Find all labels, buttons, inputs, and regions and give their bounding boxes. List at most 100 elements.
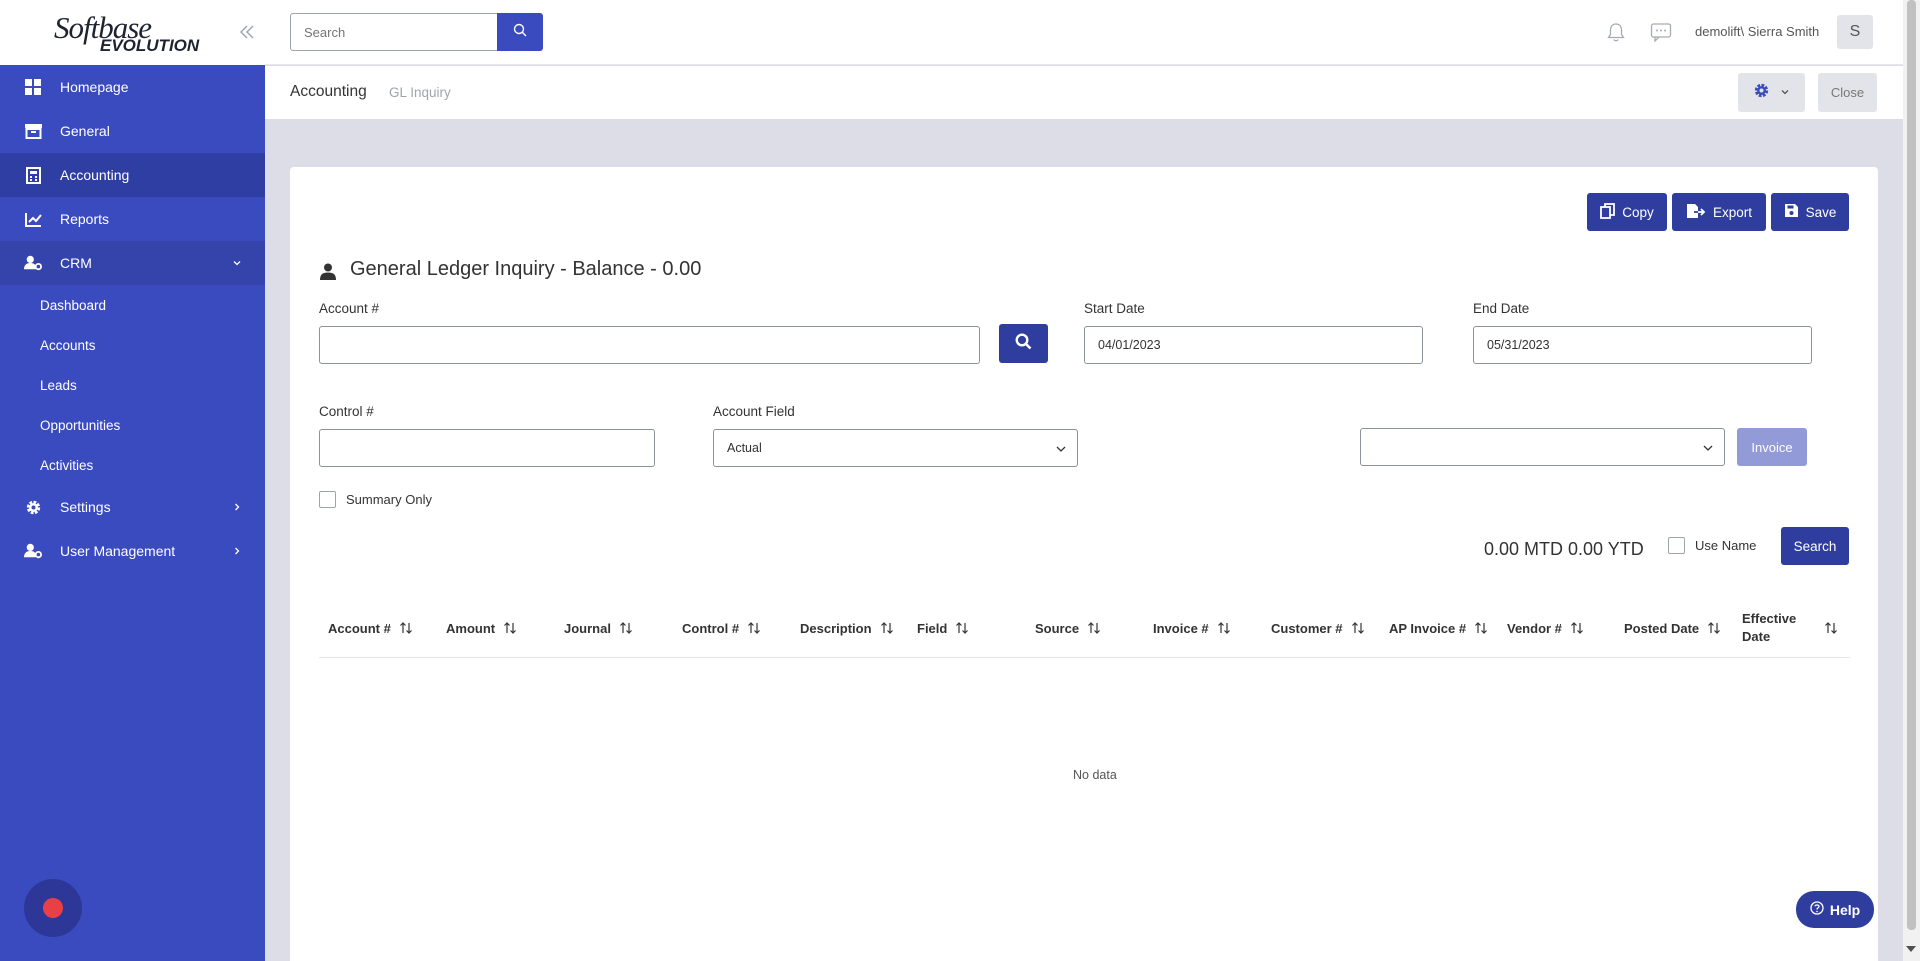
column-amount[interactable]: Amount — [446, 598, 517, 658]
sidebar-item-settings[interactable]: Settings — [0, 485, 265, 529]
sort-icon[interactable] — [1474, 621, 1488, 635]
column-field[interactable]: Field — [917, 598, 969, 658]
start-date-label: Start Date — [1084, 301, 1145, 316]
help-button[interactable]: Help — [1796, 891, 1874, 928]
column-label: Customer # — [1271, 620, 1343, 636]
column-source[interactable]: Source — [1035, 598, 1101, 658]
invoice-type-select[interactable] — [1360, 428, 1725, 466]
column-label: Journal — [564, 620, 611, 636]
sidebar-subitem-accounts[interactable]: Accounts — [0, 325, 265, 365]
sort-icon[interactable] — [1087, 621, 1101, 635]
user-icon — [320, 263, 336, 285]
column-invoice[interactable]: Invoice # — [1153, 598, 1231, 658]
chat-icon[interactable] — [1650, 22, 1672, 47]
column-posted-date[interactable]: Posted Date — [1624, 598, 1721, 658]
collapse-sidebar-icon[interactable] — [236, 21, 258, 43]
scrollbar-thumb[interactable] — [1907, 0, 1916, 930]
column-label: Invoice # — [1153, 620, 1209, 636]
user-cog-icon — [24, 254, 42, 272]
account-field-select[interactable]: Actual — [713, 429, 1078, 467]
use-name-checkbox[interactable] — [1668, 537, 1685, 554]
sidebar-subitem-label: Accounts — [40, 337, 96, 353]
column-label: Field — [917, 620, 948, 636]
sidebar-item-general[interactable]: General — [0, 109, 265, 153]
sort-icon[interactable] — [1570, 621, 1584, 635]
copy-button[interactable]: Copy — [1587, 193, 1667, 231]
summary-only-checkbox[interactable] — [319, 491, 336, 508]
sidebar-item-reports[interactable]: Reports — [0, 197, 265, 241]
settings-dropdown-button[interactable] — [1738, 73, 1805, 112]
sort-icon[interactable] — [955, 621, 969, 635]
column-description[interactable]: Description — [800, 598, 894, 658]
column-effective-date[interactable]: Effective Date — [1742, 598, 1850, 658]
global-search-button[interactable] — [497, 13, 543, 51]
export-button[interactable]: Export — [1672, 193, 1766, 231]
control-input[interactable] — [319, 429, 655, 467]
sidebar-item-crm[interactable]: CRM — [0, 241, 265, 285]
search-button[interactable]: Search — [1781, 527, 1849, 565]
account-search-button[interactable] — [999, 324, 1048, 363]
sort-icon[interactable] — [399, 621, 413, 635]
sort-icon[interactable] — [503, 621, 517, 635]
column-label: Description — [800, 620, 872, 636]
sidebar-subitem-dashboard[interactable]: Dashboard — [0, 285, 265, 325]
column-control[interactable]: Control # — [682, 598, 761, 658]
file-export-icon — [1686, 203, 1706, 222]
record-button[interactable] — [24, 879, 82, 937]
invoice-button[interactable]: Invoice — [1737, 428, 1807, 466]
scroll-down-arrow-icon[interactable] — [1906, 946, 1916, 952]
column-customer[interactable]: Customer # — [1271, 598, 1365, 658]
bell-icon[interactable] — [1606, 22, 1626, 48]
column-journal[interactable]: Journal — [564, 598, 633, 658]
sort-icon[interactable] — [1351, 621, 1365, 635]
sidebar-subitem-leads[interactable]: Leads — [0, 365, 265, 405]
summary-only-label: Summary Only — [346, 492, 432, 507]
account-label: Account # — [319, 301, 380, 316]
chevron-down-icon — [1780, 84, 1790, 102]
empty-table-message: No data — [1073, 768, 1117, 782]
column-label: Amount — [446, 620, 496, 636]
avatar[interactable]: S — [1837, 15, 1873, 49]
sidebar-item-label: General — [60, 123, 110, 139]
use-name-label: Use Name — [1695, 538, 1757, 553]
gear-icon — [1753, 82, 1770, 104]
chevron-right-icon — [231, 544, 243, 556]
sort-icon[interactable] — [747, 621, 761, 635]
question-circle-icon — [1810, 901, 1824, 918]
column-label: Vendor # — [1507, 620, 1562, 636]
copy-label: Copy — [1622, 204, 1654, 220]
close-button[interactable]: Close — [1818, 73, 1877, 112]
breadcrumb-main[interactable]: Accounting — [290, 83, 367, 101]
start-date-input[interactable]: 04/01/2023 — [1084, 326, 1423, 364]
sort-icon[interactable] — [1824, 621, 1838, 635]
sidebar-item-accounting[interactable]: Accounting — [0, 153, 265, 197]
chevron-right-icon — [231, 500, 243, 512]
chart-line-icon — [24, 210, 42, 228]
logo: Softbase EVOLUTION — [54, 12, 199, 54]
sort-icon[interactable] — [880, 621, 894, 635]
column-label: Posted Date — [1624, 620, 1700, 636]
account-field-label: Account Field — [713, 404, 795, 419]
column-vendor[interactable]: Vendor # — [1507, 598, 1584, 658]
column-account[interactable]: Account # — [328, 598, 413, 658]
save-button[interactable]: Save — [1771, 193, 1849, 231]
sidebar: Softbase EVOLUTION Homepage General Acco… — [0, 0, 265, 961]
user-name[interactable]: demolift\ Sierra Smith — [1695, 24, 1819, 39]
sort-icon[interactable] — [1217, 621, 1231, 635]
sort-icon[interactable] — [1707, 621, 1721, 635]
sidebar-item-label: Reports — [60, 211, 110, 227]
column-label: Account # — [328, 620, 391, 636]
column-ap-invoice[interactable]: AP Invoice # — [1389, 598, 1488, 658]
end-date-input[interactable]: 05/31/2023 — [1473, 326, 1812, 364]
sidebar-subitem-activities[interactable]: Activities — [0, 445, 265, 485]
account-input[interactable] — [319, 326, 980, 364]
sort-icon[interactable] — [619, 621, 633, 635]
sidebar-item-user-management[interactable]: User Management — [0, 529, 265, 573]
global-search-input[interactable] — [290, 13, 498, 51]
sidebar-item-homepage[interactable]: Homepage — [0, 65, 265, 109]
export-label: Export — [1712, 204, 1753, 220]
help-label: Help — [1829, 901, 1861, 918]
sidebar-subitem-opportunities[interactable]: Opportunities — [0, 405, 265, 445]
copy-icon — [1600, 202, 1616, 222]
account-field-value: Actual — [727, 441, 762, 455]
